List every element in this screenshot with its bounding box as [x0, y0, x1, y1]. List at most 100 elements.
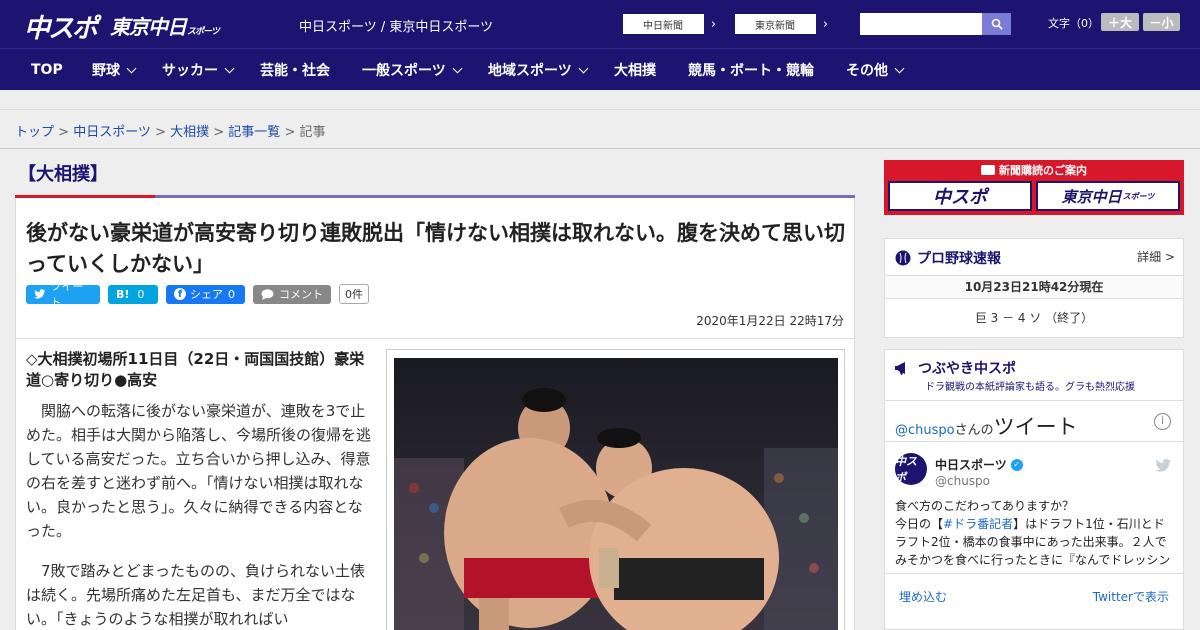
breadcrumb-sep: >	[150, 125, 171, 140]
tokyo-chunichi-logo[interactable]: 東京中日スポーツ	[110, 11, 220, 43]
baseball-score[interactable]: 巨 3 － 4 ソ （終了）	[885, 309, 1183, 326]
twitter-bird-icon[interactable]	[1155, 457, 1171, 476]
avatar[interactable]: 中スポ	[895, 453, 927, 485]
article-photo-frame	[386, 349, 845, 630]
hatena-count: 0	[137, 287, 145, 301]
tweet-text: 食べ方のこだわってありますか？ 今日の【#ドラ番記者】はドラフト1位・石川とドラ…	[895, 497, 1175, 571]
nav-label: サッカー	[162, 63, 218, 79]
comment-label: コメント	[279, 288, 323, 301]
search-icon	[991, 18, 1003, 30]
twitter-timeline: @chuspoさんのツイート i 中スポ 中日スポーツ ✓ @chuspo 食べ…	[885, 400, 1183, 630]
twitter-timeline-header: @chuspoさんのツイート	[895, 411, 1078, 441]
nav-soccer[interactable]: サッカー	[162, 49, 235, 91]
nav-baseball[interactable]: 野球	[92, 49, 137, 91]
twitter-account-id[interactable]: @chuspo	[935, 474, 990, 488]
publish-date: 2020年1月22日 22時17分	[696, 314, 844, 328]
subscription-heading-text: 新聞購読のご案内	[999, 164, 1087, 177]
breadcrumb-sep: >	[54, 125, 74, 140]
tweet-line: 食べ方のこだわってありますか？	[895, 499, 1075, 513]
search-button[interactable]	[982, 13, 1011, 35]
embed-link[interactable]: 埋め込む	[899, 588, 947, 605]
account-name-text: 中日スポーツ	[935, 458, 1007, 472]
twitter-handle-suffix: さんの	[954, 423, 994, 438]
breadcrumb-sep: >	[209, 125, 229, 140]
ad-tokyo-logo-suffix: スポーツ	[1122, 191, 1155, 201]
info-icon[interactable]: i	[1154, 413, 1171, 430]
view-on-twitter-link[interactable]: Twitterで表示	[1093, 588, 1169, 605]
font-larger-button[interactable]: ＋大	[1101, 13, 1139, 31]
megaphone-icon	[895, 362, 905, 375]
tweet-label: ツイート	[50, 280, 84, 309]
tokyo-shimbun-link[interactable]: 東京新聞 ›	[734, 13, 836, 35]
twitter-account-name[interactable]: 中日スポーツ ✓	[935, 456, 1023, 473]
ad-chuspo-logo[interactable]: 中スポ	[888, 181, 1032, 211]
nav-sumo[interactable]: 大相撲	[614, 49, 656, 91]
nav-general-sports[interactable]: 一般スポーツ	[362, 49, 463, 91]
baseball-widget-title: プロ野球速報	[895, 248, 1001, 268]
breadcrumb-chunichi[interactable]: 中日スポーツ	[73, 125, 151, 140]
twitter-widget-title: つぶやき中スポ	[895, 358, 1016, 378]
chunichi-shimbun-label: 中日新聞	[643, 20, 683, 32]
font-smaller-button[interactable]: －小	[1143, 13, 1180, 31]
article-headline: 後がない豪栄道が高安寄り切り連敗脱出「情けない相撲は取れない。腹を決めて思い切っ…	[26, 221, 845, 276]
nav-label: 一般スポーツ	[362, 63, 446, 79]
speech-bubble-icon	[261, 288, 274, 300]
nav-other[interactable]: その他	[846, 49, 905, 91]
article-paragraph: 関脇への転落に後がない豪栄道が、連敗を3で止めた。相手は大関から陥落し、今場所後…	[26, 402, 372, 540]
article-body: ◇大相撲初場所11日目（22日・両国国技館）豪栄道○寄り切り●高安 関脇への転落…	[15, 339, 855, 630]
chevron-right-icon: ›	[703, 14, 723, 34]
baseball-icon	[895, 250, 911, 266]
hatena-bookmark-button[interactable]: B! 0	[108, 284, 158, 304]
share-buttons: ツイート B! 0 f シェア 0 コメント 0件	[26, 280, 369, 309]
site-header: 中スポ 東京中日スポーツ 中日スポーツ / 東京中日スポーツ 中日新聞 › 東京…	[0, 0, 1200, 48]
tweet-button[interactable]: ツイート	[26, 280, 100, 309]
nav-label: 野球	[92, 63, 120, 79]
chuspo-logo[interactable]: 中スポ	[24, 8, 98, 44]
tweet-hashtag[interactable]: #ドラ番記者	[943, 517, 1013, 531]
newspaper-icon	[981, 165, 995, 175]
divider	[0, 148, 1200, 149]
comment-button[interactable]: コメント	[253, 284, 331, 304]
ad-tokyo-chunichi-logo[interactable]: 東京中日 スポーツ	[1036, 181, 1180, 211]
breadcrumb-top[interactable]: トップ	[15, 125, 54, 140]
breadcrumb-sumo[interactable]: 大相撲	[170, 125, 209, 140]
subscription-banner[interactable]: 新聞購読のご案内 中スポ 東京中日 スポーツ	[884, 160, 1184, 215]
chunichi-shimbun-link[interactable]: 中日新聞 ›	[622, 13, 724, 35]
twitter-title-text: つぶやき中スポ	[918, 361, 1016, 377]
baseball-scores-widget: プロ野球速報 詳細 > 10月23日21時42分現在 巨 3 － 4 ソ （終了…	[884, 238, 1184, 338]
tokyo-shimbun-label: 東京新聞	[755, 20, 795, 32]
twitter-widget-subtitle: ドラ観戦の本紙評論家も語る。グラも熱烈応援	[925, 382, 1135, 393]
divider	[885, 441, 1183, 442]
comment-count: 0件	[339, 284, 369, 304]
article-header: 後がない豪栄道が高安寄り切り連敗脱出「情けない相撲は取れない。腹を決めて思い切っ…	[15, 198, 855, 339]
tokyo-logo-suffix: スポーツ	[187, 27, 220, 37]
nav-label: 競馬・ボート・競輪	[688, 63, 814, 79]
facebook-share-button[interactable]: f シェア 0	[166, 284, 245, 304]
article-photo[interactable]	[394, 358, 838, 630]
nav-label: その他	[846, 63, 888, 79]
article-paragraph: 7敗で踏みとどまったものの、負けられない土俵は続く。先場所痛めた左足首も、まだ万…	[26, 562, 365, 628]
nav-label: 大相撲	[614, 63, 656, 79]
chevron-down-icon	[224, 63, 235, 73]
facebook-count: 0	[228, 287, 235, 301]
nav-local-sports[interactable]: 地域スポーツ	[488, 49, 589, 91]
breadcrumb-current: 記事	[299, 125, 326, 140]
ad-tokyo-logo-text: 東京中日	[1061, 187, 1122, 206]
nav-label: 地域スポーツ	[488, 63, 572, 79]
hatena-icon: B!	[116, 287, 130, 301]
nav-entertainment[interactable]: 芸能・社会	[260, 49, 330, 91]
nav-top[interactable]: TOP	[31, 49, 63, 91]
facebook-icon: f	[174, 288, 186, 300]
search-input[interactable]	[860, 13, 982, 35]
breadcrumb-sep: >	[280, 125, 300, 140]
article-lead: ◇大相撲初場所11日目（22日・両国国技館）豪栄道○寄り切り●高安	[26, 350, 365, 389]
verified-icon: ✓	[1010, 458, 1023, 471]
twitter-timeline-footer: 埋め込む Twitterで表示	[885, 573, 1183, 630]
baseball-detail-link[interactable]: 詳細 >	[1137, 248, 1175, 265]
twitter-handle-link[interactable]: @chuspo	[895, 423, 955, 438]
nav-keiba[interactable]: 競馬・ボート・競輪	[688, 49, 814, 91]
facebook-share-label: シェア	[190, 288, 223, 301]
subscription-heading: 新聞購読のご案内	[884, 162, 1184, 178]
site-names: 中日スポーツ / 東京中日スポーツ	[299, 20, 494, 35]
breadcrumb-list[interactable]: 記事一覧	[228, 125, 280, 140]
